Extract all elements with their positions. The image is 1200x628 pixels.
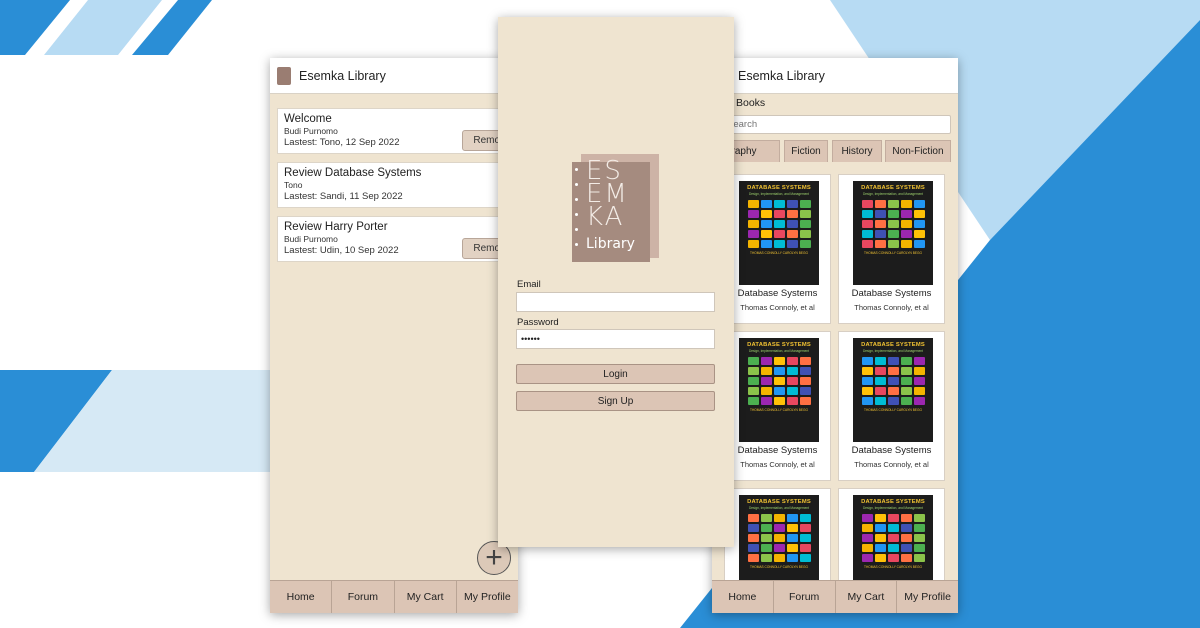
forum-post-title: Review Database Systems <box>284 167 422 179</box>
nav-my-cart[interactable]: My Cart <box>395 581 457 613</box>
nav-my-profile[interactable]: My Profile <box>897 581 958 613</box>
forum-post-title: Welcome <box>284 113 332 125</box>
password-label: Password <box>517 317 559 328</box>
search-input[interactable] <box>722 115 951 134</box>
nav-my-profile[interactable]: My Profile <box>457 581 518 613</box>
book-cover-image: DATABASE SYSTEMS Design, Implementation, … <box>853 181 933 285</box>
bottom-nav: Home Forum My Cart My Profile <box>270 580 518 613</box>
forum-post-author: Tono <box>284 180 303 190</box>
category-tabs: Biography Fiction History Non-Fiction <box>712 140 958 162</box>
book-author: Thomas Connoly, et al <box>854 303 929 312</box>
book-title: Database Systems <box>851 445 932 456</box>
book-cover-image: DATABASE SYSTEMS Design, Implementation, … <box>739 181 819 285</box>
section-title: Books <box>736 97 766 109</box>
forum-post[interactable]: Review Harry Porter Budi Purnomo Lastest… <box>277 216 518 262</box>
email-label: Email <box>517 279 541 290</box>
book-title: Database Systems <box>851 288 932 299</box>
tab-fiction[interactable]: Fiction <box>784 140 828 162</box>
forum-post[interactable]: Review Database Systems Tono Lastest: Sa… <box>277 162 518 208</box>
tab-history[interactable]: History <box>832 140 882 162</box>
bottom-nav: Home Forum My Cart My Profile <box>712 580 958 613</box>
logo-subtitle: Library <box>586 236 635 252</box>
book-card[interactable]: DATABASE SYSTEMS Design, Implementation, … <box>724 331 831 481</box>
notebook-rings-icon <box>575 168 579 258</box>
email-field[interactable] <box>516 292 715 312</box>
nav-my-cart[interactable]: My Cart <box>836 581 898 613</box>
nav-home[interactable]: Home <box>270 581 333 613</box>
book-cover-image: DATABASE SYSTEMS Design, Implementation, … <box>739 338 819 442</box>
books-screen: Esemka Library Books Biography Fiction H… <box>712 58 958 613</box>
forum-post-latest: Lastest: Sandi, 11 Sep 2022 <box>284 191 403 202</box>
book-author: Thomas Connoly, et al <box>740 460 815 469</box>
forum-screen: Esemka Library Welcome Budi Purnomo Last… <box>270 58 518 613</box>
app-header: Esemka Library <box>270 58 518 94</box>
book-card[interactable]: DATABASE SYSTEMS Design, Implementation, … <box>838 174 945 324</box>
password-field[interactable]: •••••• <box>516 329 715 349</box>
book-title: Database Systems <box>737 445 818 456</box>
logo-wordmark: ES EM KA <box>586 156 629 232</box>
book-card[interactable]: DATABASE SYSTEMS Design, Implementation, … <box>724 174 831 324</box>
app-title: Esemka Library <box>738 68 825 83</box>
login-screen: ES EM KA Library Email Password •••••• L… <box>498 17 734 547</box>
promo-canvas: Esemka Library Welcome Budi Purnomo Last… <box>0 0 1200 628</box>
book-card[interactable]: DATABASE SYSTEMS Design, Implementation, … <box>838 331 945 481</box>
forum-post[interactable]: Welcome Budi Purnomo Lastest: Tono, 12 S… <box>277 108 518 154</box>
nav-forum[interactable]: Forum <box>332 581 395 613</box>
esemka-library-logo: ES EM KA Library <box>572 154 662 262</box>
book-author: Thomas Connoly, et al <box>854 460 929 469</box>
book-cover-image: DATABASE SYSTEMS Design, Implementation, … <box>853 338 933 442</box>
app-logo-icon <box>277 66 291 85</box>
book-title: Database Systems <box>737 288 818 299</box>
plus-icon: + <box>485 541 503 574</box>
forum-post-title: Review Harry Porter <box>284 221 388 233</box>
app-header: Esemka Library <box>712 58 958 94</box>
tab-non-fiction[interactable]: Non-Fiction <box>885 140 951 162</box>
forum-list: Welcome Budi Purnomo Lastest: Tono, 12 S… <box>270 94 518 262</box>
app-title: Esemka Library <box>299 68 386 83</box>
nav-forum[interactable]: Forum <box>774 581 836 613</box>
nav-home[interactable]: Home <box>712 581 774 613</box>
login-button[interactable]: Login <box>516 364 715 384</box>
book-author: Thomas Connoly, et al <box>740 303 815 312</box>
signup-button[interactable]: Sign Up <box>516 391 715 411</box>
